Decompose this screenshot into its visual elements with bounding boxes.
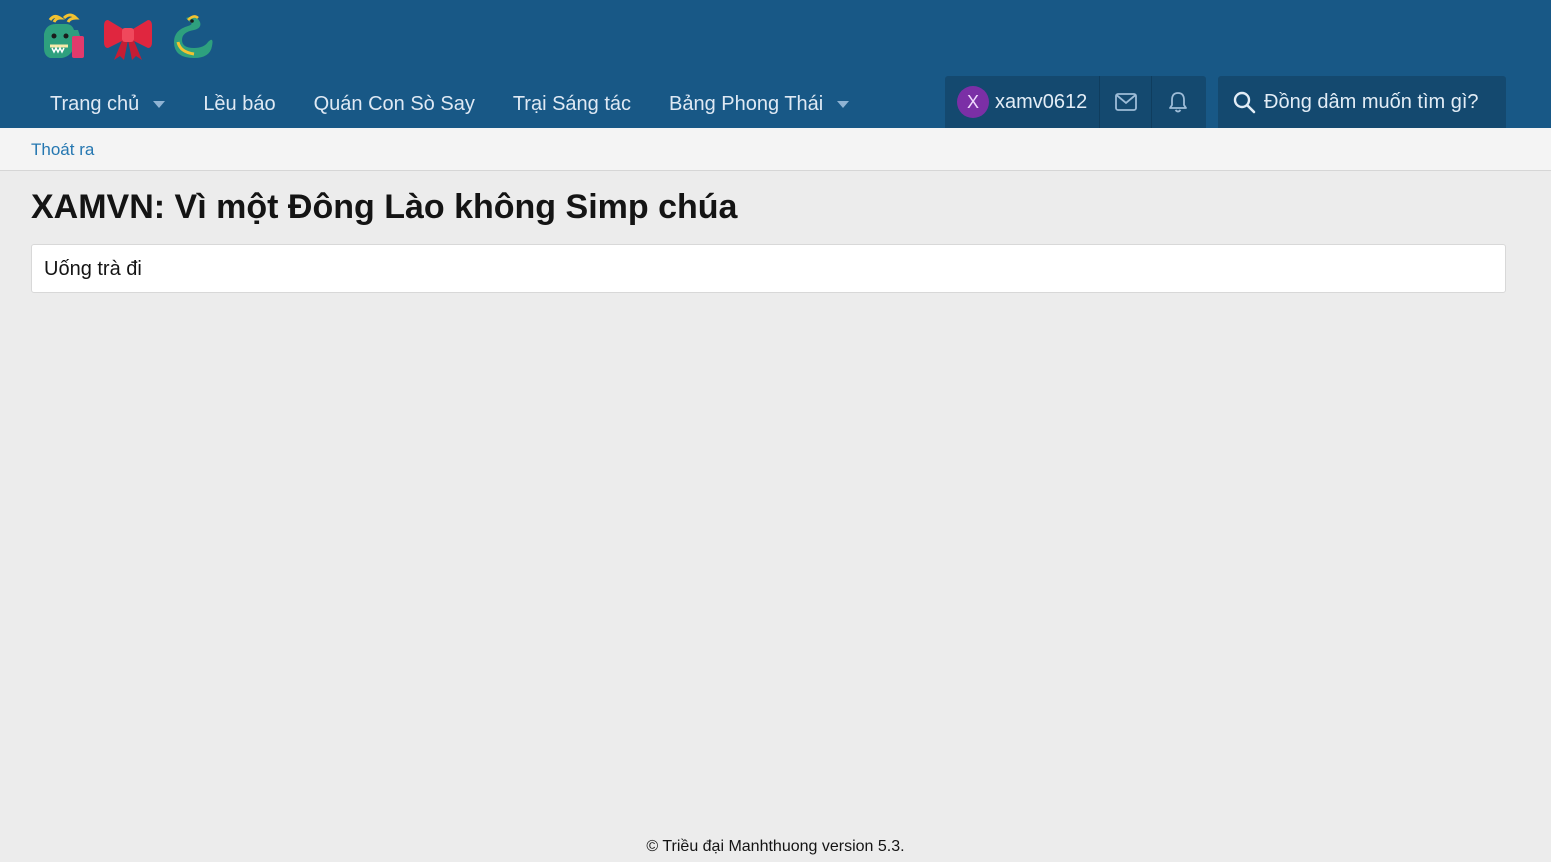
account-button[interactable]: X xamv0612 — [945, 76, 1101, 128]
site-logo[interactable] — [36, 12, 220, 64]
dragon-icon — [44, 13, 84, 58]
search-placeholder: Đồng dâm muốn tìm gì? — [1264, 90, 1479, 113]
sub-navigation: Thoát ra — [0, 128, 1551, 171]
inbox-button[interactable] — [1100, 76, 1153, 128]
chevron-down-icon[interactable] — [153, 100, 166, 108]
nav-item-label: Trang chủ — [50, 92, 140, 115]
nav-item-trai-sang-tac[interactable]: Trại Sáng tác — [494, 80, 650, 128]
ribbon-icon — [104, 20, 152, 60]
nav-item-leu-bao[interactable]: Lều báo — [184, 80, 294, 128]
main-nav: Trang chủ Lều báo Quán Con Sò Say Trại S… — [31, 80, 868, 128]
search-icon — [1233, 91, 1256, 114]
site-header: Trang chủ Lều báo Quán Con Sò Say Trại S… — [0, 0, 1551, 128]
alerts-button[interactable] — [1152, 76, 1204, 128]
message-text: Uống trà đi — [44, 258, 142, 280]
message-block: Uống trà đi — [31, 244, 1506, 293]
nav-item-bang-phong-thai[interactable]: Bảng Phong Thái — [650, 80, 868, 128]
envelope-icon — [1114, 93, 1137, 111]
footer-copyright: © Triều đại Manhthuong version 5.3. — [646, 838, 905, 855]
logout-link[interactable]: Thoát ra — [31, 140, 94, 160]
chevron-down-icon[interactable] — [837, 100, 850, 108]
nav-item-label: Quán Con Sò Say — [313, 92, 475, 115]
nav-item-quan-con-so-say[interactable]: Quán Con Sò Say — [295, 80, 494, 128]
nav-item-label: Trại Sáng tác — [512, 92, 632, 115]
search-button[interactable]: Đồng dâm muốn tìm gì? — [1218, 76, 1506, 128]
nav-item-trang-chu[interactable]: Trang chủ — [31, 80, 184, 128]
username: xamv0612 — [995, 90, 1088, 113]
nav-item-label: Lều báo — [203, 92, 276, 115]
avatar-letter: X — [966, 91, 979, 112]
nav-item-label: Bảng Phong Thái — [669, 92, 824, 115]
avatar: X — [957, 86, 989, 118]
page-title: XAMVN: Vì một Đông Lào không Simp chúa — [31, 188, 738, 226]
bell-icon — [1169, 92, 1188, 113]
user-controls: X xamv0612 — [945, 76, 1206, 128]
snake-icon — [174, 15, 213, 59]
